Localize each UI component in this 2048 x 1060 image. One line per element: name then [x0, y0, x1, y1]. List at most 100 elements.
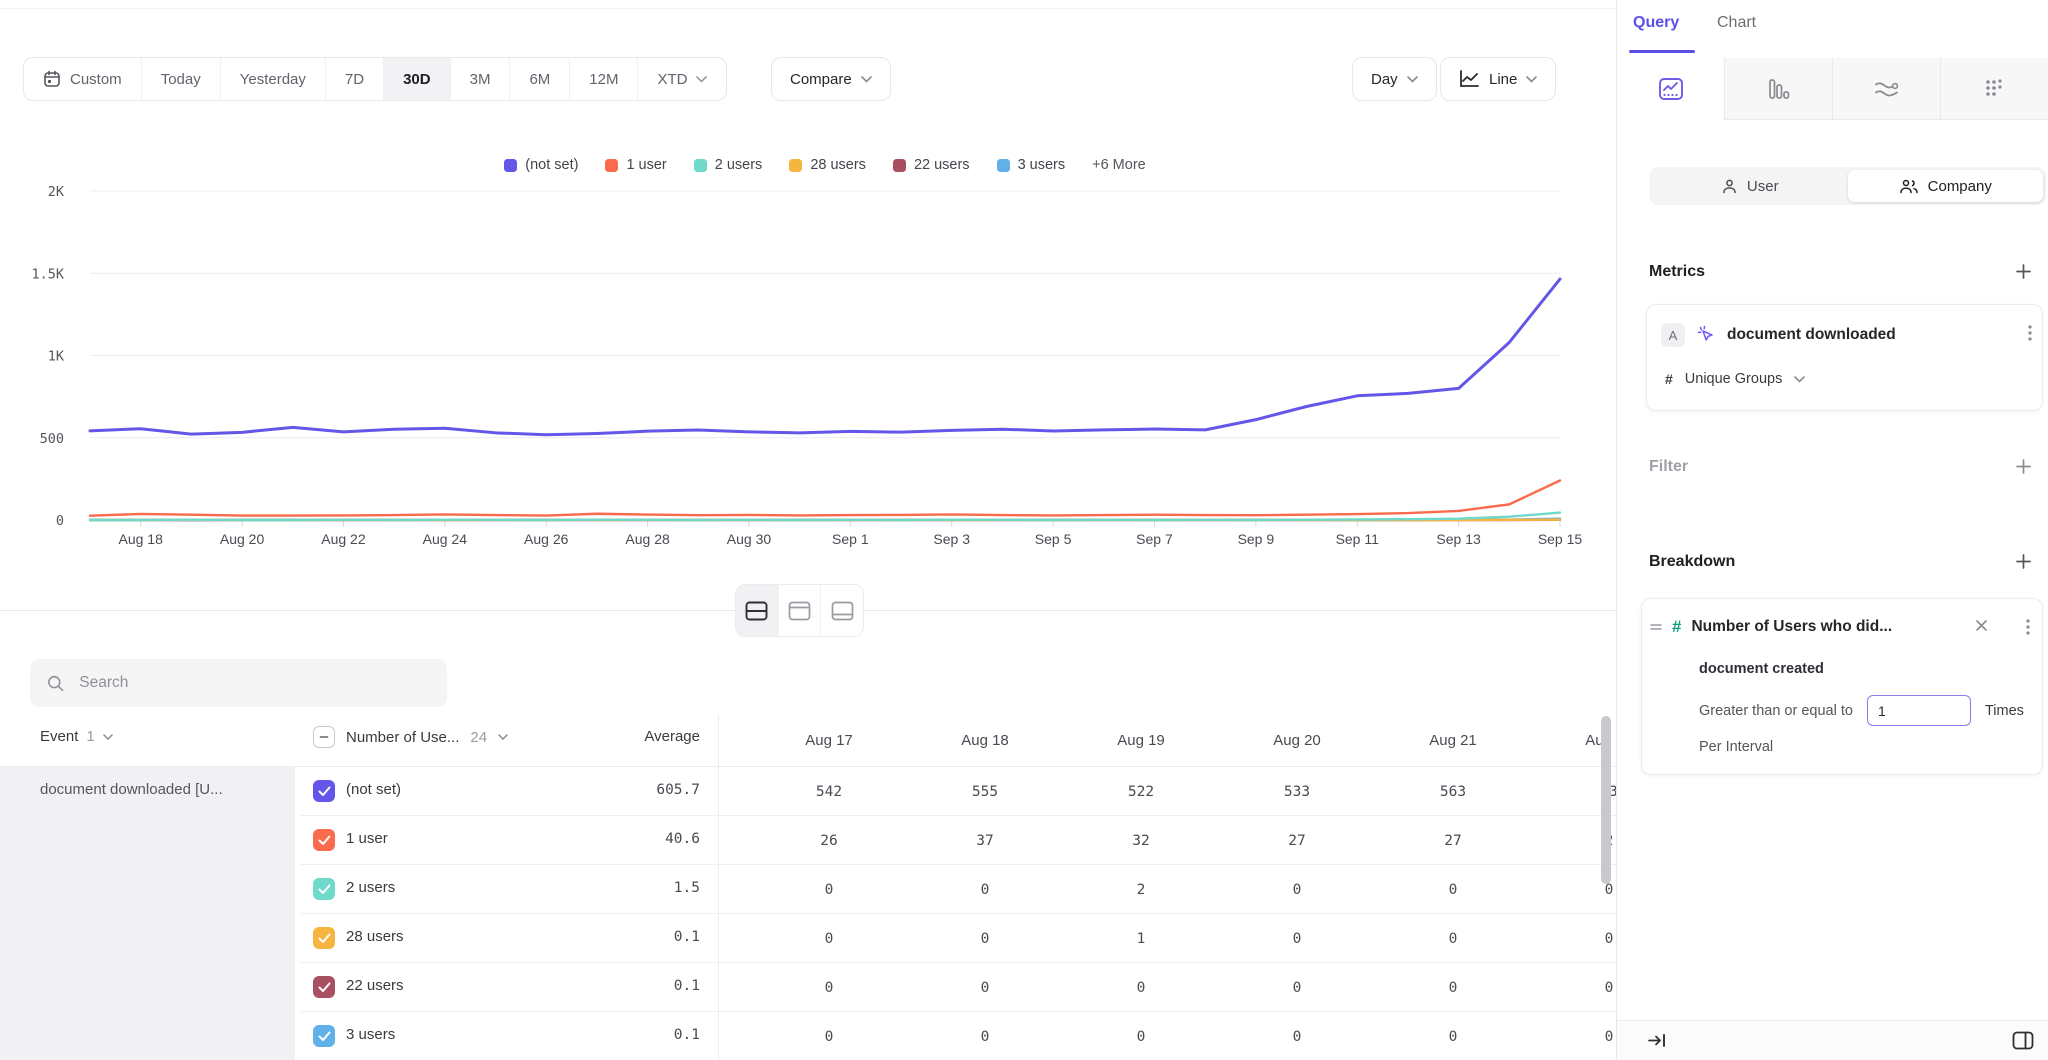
event-column-header[interactable]: Event 1: [40, 728, 113, 745]
average-column-header: Average: [560, 728, 700, 745]
x-axis-label: Aug 18: [119, 531, 164, 547]
tab-chart[interactable]: Chart: [1717, 14, 1756, 32]
table-row[interactable]: 2 users1.5002000: [300, 865, 1616, 914]
date-range-xtd[interactable]: XTD: [638, 58, 726, 100]
row-values: 000000: [751, 1012, 1616, 1060]
metric-menu-button[interactable]: [2028, 325, 2032, 341]
series-checkbox[interactable]: [313, 780, 335, 802]
series-checkbox[interactable]: [313, 829, 335, 851]
date-range-7d[interactable]: 7D: [326, 58, 384, 100]
legend-label: 2 users: [715, 157, 763, 173]
side-panel-toggle-button[interactable]: [2012, 1031, 2034, 1050]
chart-type-bar[interactable]: [1725, 58, 1833, 120]
table-row[interactable]: 1 user40.626373227272: [300, 816, 1616, 865]
chart-type-selector: [1617, 58, 2048, 120]
add-filter-button[interactable]: [2015, 458, 2032, 475]
table-row[interactable]: 28 users0.1001000: [300, 914, 1616, 963]
date-range-12m[interactable]: 12M: [570, 58, 638, 100]
line-chart[interactable]: 05001K1.5K2KAug 18Aug 20Aug 22Aug 24Aug …: [0, 186, 1616, 558]
chart-type-dropdown[interactable]: Line: [1440, 57, 1556, 101]
number-icon: #: [1665, 371, 1673, 387]
cell-value: 0: [1375, 1012, 1531, 1060]
drag-handle-icon[interactable]: [1650, 621, 1662, 633]
series-checkbox[interactable]: [313, 927, 335, 949]
side-panel-icon: [2012, 1031, 2034, 1050]
breakdown-event-name[interactable]: document created: [1699, 661, 1824, 677]
toggle-company[interactable]: Company: [1848, 170, 2044, 202]
date-range-yesterday[interactable]: Yesterday: [221, 58, 326, 100]
compare-label: Compare: [790, 71, 852, 88]
metric-name[interactable]: document downloaded: [1727, 326, 1896, 344]
legend-item[interactable]: 2 users: [694, 157, 763, 173]
date-range-3m[interactable]: 3M: [451, 58, 511, 100]
series-header-count: 24: [470, 729, 487, 746]
select-all-checkbox[interactable]: [313, 726, 335, 748]
average-value: 1.5: [560, 880, 700, 896]
interval-dropdown[interactable]: Day: [1352, 57, 1437, 101]
x-axis-label: Sep 11: [1336, 531, 1380, 547]
check-icon: [318, 884, 331, 895]
vertical-scrollbar[interactable]: [1601, 716, 1611, 884]
cell-value: 37: [907, 816, 1063, 865]
chart-type-flow[interactable]: [1833, 58, 1941, 120]
compare-button[interactable]: Compare: [771, 57, 891, 101]
cell-value: 0: [1219, 914, 1375, 963]
metric-aggregation[interactable]: # Unique Groups: [1665, 371, 1805, 387]
legend-item[interactable]: (not set): [504, 157, 578, 173]
series-checkbox[interactable]: [313, 878, 335, 900]
chart-type-scatter[interactable]: [1941, 58, 2048, 120]
breakdown-header: # Number of Users who did...: [1650, 617, 1892, 637]
breakdown-title[interactable]: Number of Users who did...: [1691, 618, 1892, 636]
legend-label: (not set): [525, 157, 578, 173]
cell-value: 0: [1219, 963, 1375, 1012]
legend-item[interactable]: 1 user: [605, 157, 666, 173]
cell-value: 542: [751, 767, 907, 816]
legend-label: 28 users: [810, 157, 866, 173]
condition-label: Greater than or equal to: [1699, 703, 1853, 719]
aggregation-label: Unique Groups: [1685, 371, 1783, 387]
condition-value-input[interactable]: [1867, 695, 1971, 726]
date-range-custom[interactable]: Custom: [24, 58, 142, 100]
breakdown-close-button[interactable]: [1975, 619, 1988, 632]
cell-value: 0: [907, 865, 1063, 914]
legend-more-link[interactable]: +6 More: [1092, 157, 1146, 173]
date-range-6m[interactable]: 6M: [510, 58, 570, 100]
breakdown-menu-button[interactable]: [2026, 619, 2030, 635]
collapse-panel-button[interactable]: [1647, 1032, 1667, 1049]
add-metric-button[interactable]: [2015, 263, 2032, 280]
chart-type-line[interactable]: [1617, 58, 1725, 120]
table-row[interactable]: 22 users0.1000000: [300, 963, 1616, 1012]
add-breakdown-button[interactable]: [2015, 553, 2032, 570]
date-range-today[interactable]: Today: [142, 58, 221, 100]
cell-value: 563: [1375, 767, 1531, 816]
tab-query[interactable]: Query: [1633, 14, 1679, 32]
toggle-user[interactable]: User: [1652, 170, 1848, 202]
layout-chart-button[interactable]: [779, 585, 822, 636]
table-body: (not set)605.7542555522533563531 user40.…: [0, 767, 1616, 1060]
layout-split-button[interactable]: [736, 585, 779, 636]
series-name: 1 user: [346, 830, 388, 847]
series-checkbox[interactable]: [313, 976, 335, 998]
line-chart-icon: [1658, 77, 1684, 101]
metric-card[interactable]: A document downloaded # Unique Groups: [1646, 304, 2043, 411]
date-range-30d[interactable]: 30D: [384, 58, 451, 100]
series-column-header: Number of Use... 24: [313, 726, 508, 748]
cell-value: 0: [907, 1012, 1063, 1060]
search-box: [30, 659, 447, 707]
legend-item[interactable]: 28 users: [789, 157, 866, 173]
legend-item[interactable]: 3 users: [997, 157, 1066, 173]
chevron-down-icon[interactable]: [498, 734, 508, 740]
table-row[interactable]: (not set)605.754255552253356353: [300, 767, 1616, 816]
table-row[interactable]: 3 users0.1000000: [300, 1012, 1616, 1060]
cell-value: 0: [1063, 1012, 1219, 1060]
series-checkbox[interactable]: [313, 1025, 335, 1047]
series-name: 28 users: [346, 928, 404, 945]
search-input[interactable]: [77, 673, 430, 693]
cell-value: 27: [1375, 816, 1531, 865]
x-axis-label: Sep 5: [1035, 531, 1072, 547]
chevron-down-icon: [1526, 76, 1537, 83]
layout-table-button[interactable]: [821, 585, 863, 636]
x-axis-label: Aug 20: [220, 531, 265, 547]
legend-item[interactable]: 22 users: [893, 157, 970, 173]
date-column-header: Aug 18: [907, 714, 1063, 766]
